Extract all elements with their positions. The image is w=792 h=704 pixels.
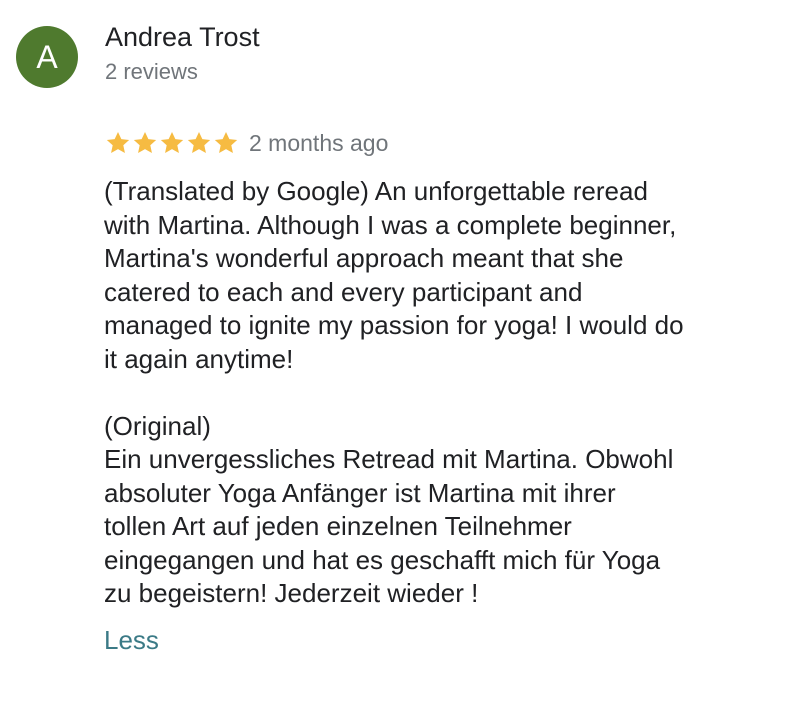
translated-text-line: managed to ignite my passion for yoga! I… <box>104 310 684 340</box>
original-text-line: tollen Art auf jeden einzelnen Teilnehme… <box>104 511 572 541</box>
avatar[interactable]: A <box>16 26 78 88</box>
original-text-line: Ein unvergessliches Retread mit Martina.… <box>104 444 674 474</box>
author-name[interactable]: Andrea Trost <box>105 22 260 53</box>
translated-text-line: with Martina. Although I was a complete … <box>104 209 677 240</box>
original-text-line: eingegangen und hat es geschafft mich fü… <box>104 544 661 575</box>
original-text-line: (Original) <box>104 410 211 441</box>
star-rating <box>105 130 239 156</box>
star-icon <box>213 130 239 156</box>
author-review-count: 2 reviews <box>105 59 198 84</box>
star-icon <box>186 130 212 156</box>
review-date: 2 months ago <box>249 129 389 156</box>
review-text: (Translated by Google) An unforgettable … <box>104 175 774 611</box>
review-card: A Andrea Trost 2 reviews 2 months ago (T… <box>0 0 792 704</box>
translated-text-line: (Translated by Google) An unforgettable … <box>104 176 648 206</box>
less-link[interactable]: Less <box>104 625 159 656</box>
original-text-line: zu begeistern! Jederzeit wieder ! <box>104 578 479 608</box>
original-text-line: absoluter Yoga Anfänger ist Martina mit … <box>104 477 616 508</box>
rating-row: 2 months ago <box>105 128 388 158</box>
star-icon <box>132 130 158 156</box>
original-text: (Original) Ein unvergessliches Retread mi… <box>104 410 774 611</box>
translated-text-line: Martina's wonderful approach meant that … <box>104 243 624 273</box>
star-icon <box>159 130 185 156</box>
avatar-initial: A <box>36 38 58 75</box>
translated-text-line: catered to each and every participant an… <box>104 276 583 307</box>
translated-text: (Translated by Google) An unforgettable … <box>104 175 774 376</box>
translated-text-line: it again anytime! <box>104 343 294 374</box>
star-icon <box>105 130 131 156</box>
